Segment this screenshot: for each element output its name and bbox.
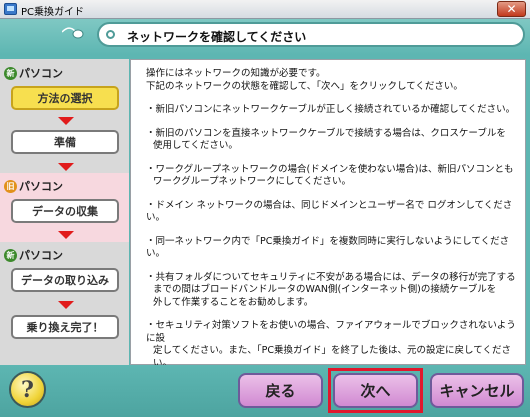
section-header: 新 パソコン: [4, 248, 63, 262]
bullet-icon: [106, 30, 115, 39]
next-button[interactable]: 次へ: [333, 373, 418, 408]
checklist-item: ・新旧パソコンにネットワークケーブルが正しく接続されているか確認してください。: [146, 104, 516, 117]
new-pc-section-1: 新 パソコン 方法の選択 準備: [0, 59, 129, 173]
item-line: ・同一ネットワーク内で「PC乗換ガイド」を複数同時に実行しないようにしてください…: [146, 235, 510, 260]
old-pc-section: 旧 パソコン データの収集: [0, 173, 129, 242]
checklist-item: ・セキュリティ対策ソフトをお使いの場合、ファイアウォールでブロックされないように…: [146, 320, 516, 370]
step-data-collection: データの収集: [11, 199, 119, 223]
intro-paragraph: 操作にはネットワークの知識が必要です。 下記のネットワークの状態を確認して、「次…: [146, 68, 516, 93]
old-badge-icon: 旧: [4, 179, 17, 193]
item-line: ・新旧のパソコンを直接ネットワークケーブルで接続する場合は、クロスケーブルを: [146, 127, 506, 139]
title-bar: PC乗換ガイド ✕: [0, 0, 530, 19]
step-arrow-icon: [58, 231, 74, 239]
intro-line: 操作にはネットワークの知識が必要です。: [146, 68, 326, 79]
back-button[interactable]: 戻る: [238, 373, 323, 408]
step-preparation: 準備: [11, 130, 119, 154]
item-line: ・新旧パソコンにネットワークケーブルが正しく接続されているか確認してください。: [146, 104, 516, 115]
item-line: 外して作業することをお勧めします。: [153, 296, 314, 308]
section-label: パソコン: [19, 67, 63, 80]
checklist-item: ・共有フォルダについてセキュリティに不安がある場合には、データの移行が完了する …: [146, 272, 516, 310]
step-complete: 乗り換え完了！: [11, 315, 119, 339]
help-button[interactable]: ?: [9, 371, 46, 408]
item-line: 使用してください。: [153, 140, 238, 151]
step-sidebar: 新 パソコン 方法の選択 準備 旧 パソコン データの収集 新 パソコン データ…: [0, 59, 129, 365]
mouse-icon: [62, 27, 84, 39]
item-line: までの間はブロードバンドルータのWAN側(インターネット側)の接続ケーブルを: [153, 284, 497, 295]
item-line: ワークグループネットワークにしてください。: [153, 176, 351, 187]
section-header: 新 パソコン: [4, 66, 63, 80]
content-panel: 操作にはネットワークの知識が必要です。 下記のネットワークの状態を確認して、「次…: [130, 59, 526, 369]
page-title: ネットワークを確認してください: [127, 30, 307, 44]
section-label: パソコン: [19, 249, 63, 262]
window-title: PC乗換ガイド: [21, 7, 85, 18]
page-header: ネットワークを確認してください: [0, 19, 530, 55]
cancel-button[interactable]: キャンセル: [430, 373, 524, 408]
app-window: PC乗換ガイド ✕ ネットワークを確認してください 新 パソコン 方法の選択 準…: [0, 0, 530, 417]
item-line: ・セキュリティ対策ソフトをお使いの場合、ファイアウォールでブロックされないように…: [146, 320, 516, 344]
footer-bar: ? 戻る 次へ キャンセル: [0, 365, 530, 417]
checklist-item: ・ドメイン ネットワークの場合は、同じドメインとユーザー名で ログオンしてくださ…: [146, 200, 516, 225]
item-line: ・ワークグループネットワークの場合(ドメインを使わない場合)は、新旧パソコンとも: [146, 163, 514, 175]
item-line: ・ドメイン ネットワークの場合は、同じドメインとユーザー名で ログオンしてくださ…: [146, 199, 513, 224]
step-arrow-icon: [58, 117, 74, 125]
step-method-selection: 方法の選択: [11, 86, 119, 110]
checklist-item: ・新旧のパソコンを直接ネットワークケーブルで接続する場合は、クロスケーブルを 使…: [146, 128, 516, 153]
app-icon: [4, 3, 17, 15]
header-title-bar: ネットワークを確認してください: [97, 22, 525, 47]
step-data-import: データの取り込み: [11, 268, 119, 292]
new-pc-section-2: 新 パソコン データの取り込み 乗り換え完了！: [0, 242, 129, 365]
instructions-text: 操作にはネットワークの知識が必要です。 下記のネットワークの状態を確認して、「次…: [146, 68, 516, 381]
window-close-button[interactable]: ✕: [497, 1, 526, 17]
item-line: ・共有フォルダについてセキュリティに不安がある場合には、データの移行が完了する: [146, 271, 516, 283]
section-header: 旧 パソコン: [4, 179, 63, 193]
intro-line: 下記のネットワークの状態を確認して、「次へ」をクリックしてください。: [146, 80, 463, 92]
new-badge-icon: 新: [4, 66, 17, 80]
section-label: パソコン: [19, 180, 63, 193]
step-arrow-icon: [58, 301, 74, 309]
checklist-item: ・ワークグループネットワークの場合(ドメインを使わない場合)は、新旧パソコンとも…: [146, 164, 516, 189]
step-arrow-icon: [58, 163, 74, 171]
new-badge-icon: 新: [4, 248, 17, 262]
checklist-item: ・同一ネットワーク内で「PC乗換ガイド」を複数同時に実行しないようにしてください…: [146, 236, 516, 261]
